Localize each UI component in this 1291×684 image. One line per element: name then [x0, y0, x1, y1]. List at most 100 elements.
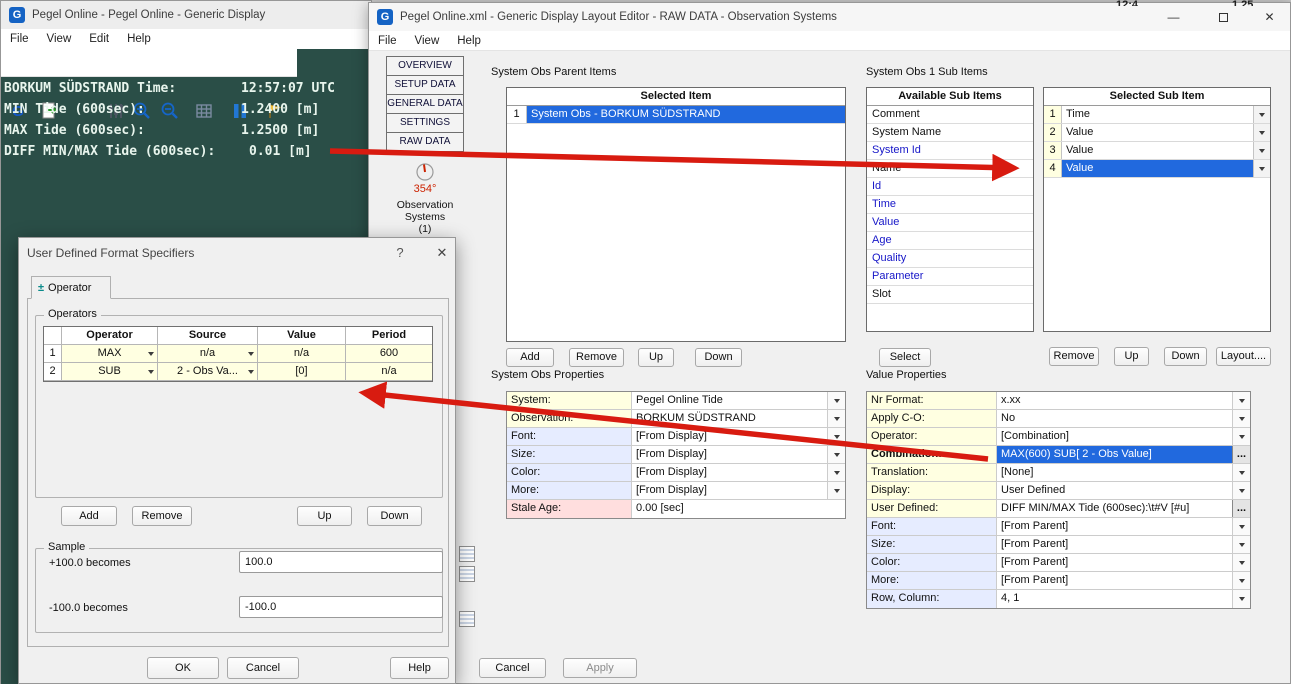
table-row[interactable]: 3 Value [1044, 142, 1270, 160]
list-item[interactable]: Slot [867, 286, 1033, 304]
dropdown-button[interactable] [1232, 482, 1250, 499]
dropdown-button[interactable] [1253, 142, 1270, 159]
operator-combo[interactable]: SUB [62, 363, 158, 381]
add-button[interactable]: Add [61, 506, 117, 526]
property-value[interactable]: [None] [997, 464, 1232, 481]
property-value[interactable]: [From Display] [632, 428, 827, 445]
property-value[interactable]: MAX(600) SUB[ 2 - Obs Value] [997, 446, 1232, 463]
up-button[interactable]: Up [638, 348, 674, 367]
property-value[interactable]: [From Display] [632, 482, 827, 499]
dropdown-button[interactable] [1232, 536, 1250, 553]
dialog-close-button[interactable]: ✕ [431, 245, 453, 261]
property-value[interactable]: x.xx [997, 392, 1232, 409]
source-combo[interactable]: 2 - Obs Va... [158, 363, 258, 381]
select-button[interactable]: Select [879, 348, 931, 367]
layout-button[interactable]: Layout.... [1216, 347, 1271, 366]
up-button[interactable]: Up [1114, 347, 1149, 366]
cancel-button[interactable]: Cancel [479, 658, 546, 678]
list-item[interactable]: System Name [867, 124, 1033, 142]
dropdown-button[interactable] [827, 410, 845, 427]
property-value[interactable]: No [997, 410, 1232, 427]
tab-operator[interactable]: ± Operator [31, 276, 111, 299]
remove-button[interactable]: Remove [132, 506, 192, 526]
more-options-button[interactable]: ... [1232, 500, 1250, 517]
down-button[interactable]: Down [695, 348, 742, 367]
menu-item-view[interactable]: View [38, 33, 81, 45]
sample-positive-input[interactable] [239, 551, 443, 573]
menu-item-edit[interactable]: Edit [80, 33, 118, 45]
dialog-help-button[interactable]: ? [389, 245, 411, 260]
dropdown-button[interactable] [1232, 392, 1250, 409]
up-button[interactable]: Up [297, 506, 352, 526]
property-value[interactable]: [From Parent] [997, 554, 1232, 571]
table-row[interactable]: 1 Time [1044, 106, 1270, 124]
property-value[interactable]: User Defined [997, 482, 1232, 499]
source-combo[interactable]: n/a [158, 345, 258, 363]
ok-button[interactable]: OK [147, 657, 219, 679]
property-value[interactable]: [Combination] [997, 428, 1232, 445]
table-row[interactable]: 4 Value [1044, 160, 1270, 178]
value-cell[interactable]: n/a [258, 345, 346, 363]
menu-item-help[interactable]: Help [118, 33, 160, 45]
sample-negative-input[interactable] [239, 596, 443, 618]
down-button[interactable]: Down [367, 506, 422, 526]
property-value[interactable]: DIFF MIN/MAX Tide (600sec):\t#V [#u] [997, 500, 1232, 517]
property-value[interactable]: 4, 1 [997, 590, 1232, 608]
property-value[interactable]: [From Display] [632, 464, 827, 481]
help-button[interactable]: Help [390, 657, 449, 679]
property-value[interactable]: [From Parent] [997, 518, 1232, 535]
list-item[interactable]: Value [867, 214, 1033, 232]
dropdown-button[interactable] [827, 392, 845, 409]
property-value[interactable]: Pegel Online Tide [632, 392, 827, 409]
property-value[interactable]: BORKUM SÜDSTRAND [632, 410, 827, 427]
dropdown-button[interactable] [1253, 106, 1270, 123]
list-item[interactable]: Time [867, 196, 1033, 214]
table-row[interactable]: 1 System Obs - BORKUM SÜDSTRAND [507, 106, 845, 124]
dropdown-button[interactable] [1232, 590, 1250, 608]
nav-overview-button[interactable]: OVERVIEW [386, 56, 464, 76]
property-value[interactable]: [From Parent] [997, 536, 1232, 553]
dropdown-button[interactable] [827, 482, 845, 499]
menu-item-file[interactable]: File [369, 35, 406, 47]
period-cell[interactable]: 600 [346, 345, 432, 363]
nav-settings-button[interactable]: SETTINGS [386, 113, 464, 133]
nav-setup-data-button[interactable]: SETUP DATA [386, 75, 464, 95]
partially-covered-icon[interactable] [459, 566, 475, 582]
menu-item-help[interactable]: Help [448, 35, 490, 47]
property-value[interactable]: 0.00 [sec] [632, 500, 845, 518]
maximize-button[interactable] [1201, 3, 1246, 31]
list-item[interactable]: Comment [867, 106, 1033, 124]
value-cell[interactable]: [0] [258, 363, 346, 381]
menu-item-view[interactable]: View [406, 35, 449, 47]
dropdown-button[interactable] [827, 446, 845, 463]
list-item[interactable]: System Id [867, 142, 1033, 160]
table-row[interactable]: 2 Value [1044, 124, 1270, 142]
dropdown-button[interactable] [1232, 554, 1250, 571]
apply-button[interactable]: Apply [563, 658, 637, 678]
dropdown-button[interactable] [1232, 518, 1250, 535]
period-cell[interactable]: n/a [346, 363, 432, 381]
cancel-button[interactable]: Cancel [227, 657, 299, 679]
list-item[interactable]: Age [867, 232, 1033, 250]
down-button[interactable]: Down [1164, 347, 1207, 366]
dropdown-button[interactable] [1253, 124, 1270, 141]
minimize-button[interactable]: — [1151, 3, 1196, 31]
dropdown-button[interactable] [827, 428, 845, 445]
operator-row[interactable]: 2 SUB 2 - Obs Va... [0] n/a [44, 363, 432, 381]
dropdown-button[interactable] [827, 464, 845, 481]
list-item[interactable]: Name [867, 160, 1033, 178]
dropdown-button[interactable] [1232, 464, 1250, 481]
remove-button[interactable]: Remove [1049, 347, 1099, 366]
dropdown-button[interactable] [1232, 428, 1250, 445]
dropdown-button[interactable] [1253, 160, 1270, 177]
operator-combo[interactable]: MAX [62, 345, 158, 363]
nav-general-data-button[interactable]: GENERAL DATA [386, 94, 464, 114]
menu-item-file[interactable]: File [1, 33, 38, 45]
property-value[interactable]: [From Display] [632, 446, 827, 463]
dropdown-button[interactable] [1232, 572, 1250, 589]
remove-button[interactable]: Remove [569, 348, 624, 367]
dropdown-button[interactable] [1232, 410, 1250, 427]
operator-row[interactable]: 1 MAX n/a n/a 600 [44, 345, 432, 363]
close-button[interactable]: ✕ [1247, 3, 1291, 31]
add-button[interactable]: Add [506, 348, 554, 367]
